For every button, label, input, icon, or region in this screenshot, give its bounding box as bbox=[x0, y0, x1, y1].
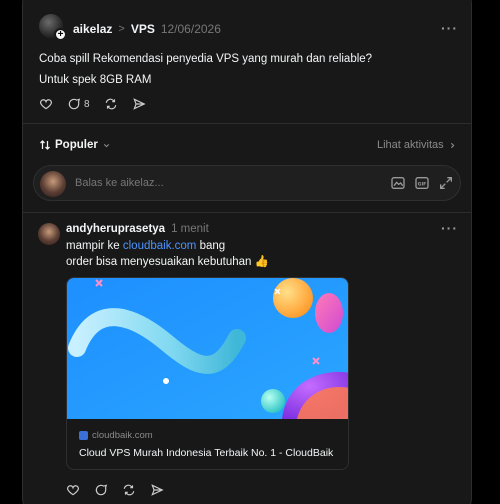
comment-username[interactable]: andyheruprasetya bbox=[66, 223, 165, 235]
reply-count: 8 bbox=[84, 98, 90, 110]
repost-button[interactable] bbox=[104, 97, 118, 111]
image-icon[interactable] bbox=[390, 175, 406, 191]
comment-icon bbox=[68, 98, 81, 110]
comment-text-line-2: order bisa menyesuaikan kebutuhan 👍 bbox=[66, 256, 269, 268]
divider bbox=[23, 123, 471, 124]
post-actions: 8 bbox=[39, 97, 146, 111]
divider bbox=[23, 212, 471, 213]
chevron-down-icon bbox=[103, 143, 109, 147]
link-preview-image bbox=[67, 278, 348, 419]
post-header: aikelaz > VPS 12/06/2026 bbox=[73, 22, 221, 36]
sort-label: Populer bbox=[55, 139, 98, 151]
post-date: 12/06/2026 bbox=[160, 22, 221, 36]
sort-dropdown[interactable]: Populer bbox=[39, 139, 111, 151]
view-activity-label: Lihat aktivitas bbox=[377, 139, 444, 151]
comment-avatar[interactable] bbox=[38, 223, 60, 245]
link-preview-domain: cloudbaik.com bbox=[79, 430, 153, 441]
reply-input-box[interactable]: Balas ke aikelaz... GIF bbox=[33, 165, 461, 201]
topic-separator: > bbox=[118, 23, 125, 35]
reply-button[interactable]: 8 bbox=[67, 97, 90, 111]
sort-icon bbox=[40, 140, 50, 150]
svg-text:GIF: GIF bbox=[418, 181, 427, 187]
gif-icon[interactable]: GIF bbox=[414, 175, 430, 191]
post-username[interactable]: aikelaz bbox=[73, 22, 112, 36]
comment-text-after-link: bang bbox=[196, 240, 226, 252]
thread-panel: + aikelaz > VPS 12/06/2026 ··· Coba spil… bbox=[22, 0, 472, 504]
link-preview-domain-text: cloudbaik.com bbox=[92, 430, 153, 441]
comment-link[interactable]: cloudbaik.com bbox=[123, 240, 197, 252]
comment-repost-button[interactable] bbox=[122, 483, 136, 497]
comment-like-button[interactable] bbox=[66, 483, 80, 497]
repost-icon bbox=[105, 98, 116, 110]
favicon-icon bbox=[79, 431, 88, 440]
link-preview-title: Cloud VPS Murah Indonesia Terbaik No. 1 … bbox=[79, 447, 334, 459]
share-icon bbox=[132, 98, 146, 110]
post-more-icon[interactable]: ··· bbox=[441, 20, 458, 36]
share-button[interactable] bbox=[132, 97, 146, 111]
comment-icon bbox=[95, 484, 108, 496]
comment-reply-button[interactable] bbox=[94, 483, 108, 497]
post-text-line-1: Coba spill Rekomendasi penyedia VPS yang… bbox=[39, 53, 373, 65]
comment-share-button[interactable] bbox=[150, 483, 164, 497]
post-text-line-2: Untuk spek 8GB RAM bbox=[39, 74, 152, 86]
comment-actions bbox=[66, 483, 164, 497]
view-activity-link[interactable]: Lihat aktivitas bbox=[377, 139, 457, 151]
heart-icon bbox=[67, 485, 79, 496]
share-icon bbox=[151, 484, 164, 496]
heart-icon bbox=[40, 99, 52, 110]
current-user-avatar bbox=[40, 171, 66, 197]
post-topic[interactable]: VPS bbox=[131, 22, 155, 36]
repost-icon bbox=[123, 484, 135, 496]
chevron-right-icon bbox=[450, 142, 455, 148]
comment-time: 1 menit bbox=[171, 223, 209, 235]
comment-more-icon[interactable]: ··· bbox=[441, 220, 458, 236]
expand-icon[interactable] bbox=[438, 175, 454, 191]
link-preview-card[interactable]: cloudbaik.com Cloud VPS Murah Indonesia … bbox=[66, 277, 349, 470]
comment-text-before-link: mampir ke bbox=[66, 240, 123, 252]
reply-placeholder[interactable]: Balas ke aikelaz... bbox=[75, 177, 164, 189]
comment-text-line-1: mampir ke cloudbaik.com bang bbox=[66, 238, 225, 254]
like-button[interactable] bbox=[39, 97, 53, 111]
comment-header: andyheruprasetya 1 menit bbox=[66, 223, 209, 235]
follow-plus-icon[interactable]: + bbox=[54, 28, 67, 41]
